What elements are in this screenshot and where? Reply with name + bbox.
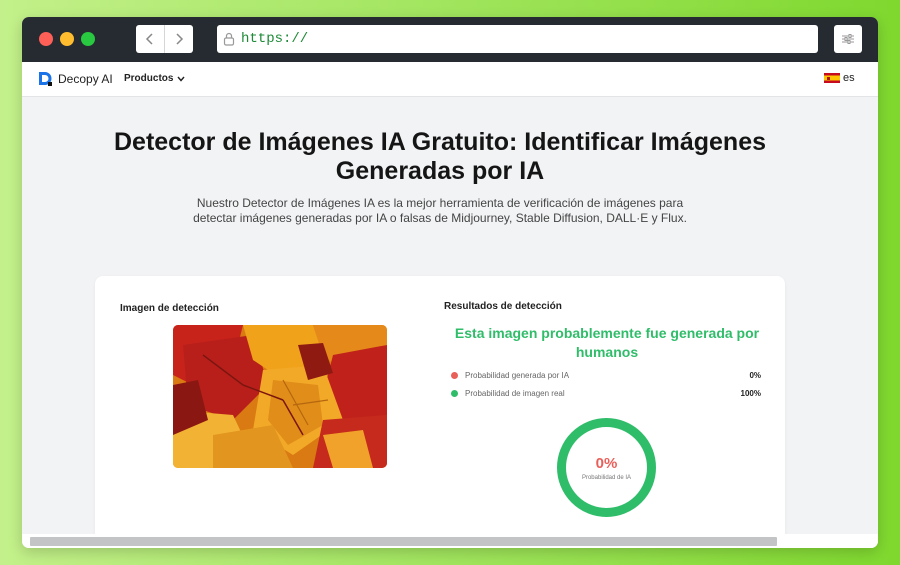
real-probability-dot <box>451 390 458 397</box>
real-probability-row: Probabilidad de imagen real 100% <box>451 389 761 398</box>
site-logo[interactable]: Decopy AI <box>37 70 113 87</box>
gauge-value: 0% <box>595 454 618 472</box>
url-text: https:// <box>241 31 309 47</box>
chevron-down-icon <box>177 76 185 82</box>
maximize-window-button[interactable] <box>81 32 95 46</box>
ai-probability-value: 0% <box>749 371 761 380</box>
detection-card: Imagen de detección Resultados de detecc… <box>95 276 785 548</box>
forward-button[interactable] <box>164 25 192 53</box>
gauge-center: 0% Probabilidad de IA <box>555 416 658 519</box>
close-window-button[interactable] <box>39 32 53 46</box>
page-content: Detector de Imágenes IA Gratuito: Identi… <box>22 98 878 548</box>
chevron-right-icon <box>175 33 183 45</box>
productos-menu[interactable]: Productos <box>124 73 185 84</box>
ai-probability-row: Probabilidad generada por IA 0% <box>451 371 761 380</box>
lock-icon <box>223 32 235 46</box>
minimize-window-button[interactable] <box>60 32 74 46</box>
language-selector[interactable]: es <box>824 72 855 84</box>
real-probability-label: Probabilidad de imagen real <box>465 389 565 398</box>
ai-probability-label: Probabilidad generada por IA <box>465 371 570 380</box>
address-bar[interactable]: https:// <box>217 25 818 53</box>
sliders-icon <box>842 34 854 44</box>
language-code: es <box>843 72 855 84</box>
gauge-caption: Probabilidad de IA <box>581 474 632 481</box>
decopy-logo-icon <box>39 72 52 86</box>
horizontal-scrollbar[interactable] <box>30 537 777 546</box>
productos-label: Productos <box>124 73 174 84</box>
chevron-left-icon <box>145 33 153 45</box>
spain-flag-icon <box>824 73 840 83</box>
settings-button[interactable] <box>834 25 862 53</box>
history-nav <box>136 25 193 53</box>
detection-image-label: Imagen de detección <box>120 303 219 314</box>
browser-window: https:// Decopy AI Productos es Detector… <box>22 17 878 548</box>
brand-name: Decopy AI <box>58 71 113 86</box>
ai-probability-dot <box>451 372 458 379</box>
detection-results-label: Resultados de detección <box>444 301 562 312</box>
uploaded-image <box>173 325 387 468</box>
detection-verdict: Esta imagen probablemente fue generada p… <box>454 325 760 360</box>
browser-toolbar: https:// <box>22 17 878 62</box>
real-probability-value: 100% <box>740 389 761 398</box>
site-header: Decopy AI Productos es <box>22 62 878 142</box>
page-title: Detector de Imágenes IA Gratuito: Identi… <box>113 128 766 185</box>
back-button[interactable] <box>136 25 164 53</box>
page-description: Nuestro Detector de Imágenes IA es la me… <box>193 196 687 225</box>
